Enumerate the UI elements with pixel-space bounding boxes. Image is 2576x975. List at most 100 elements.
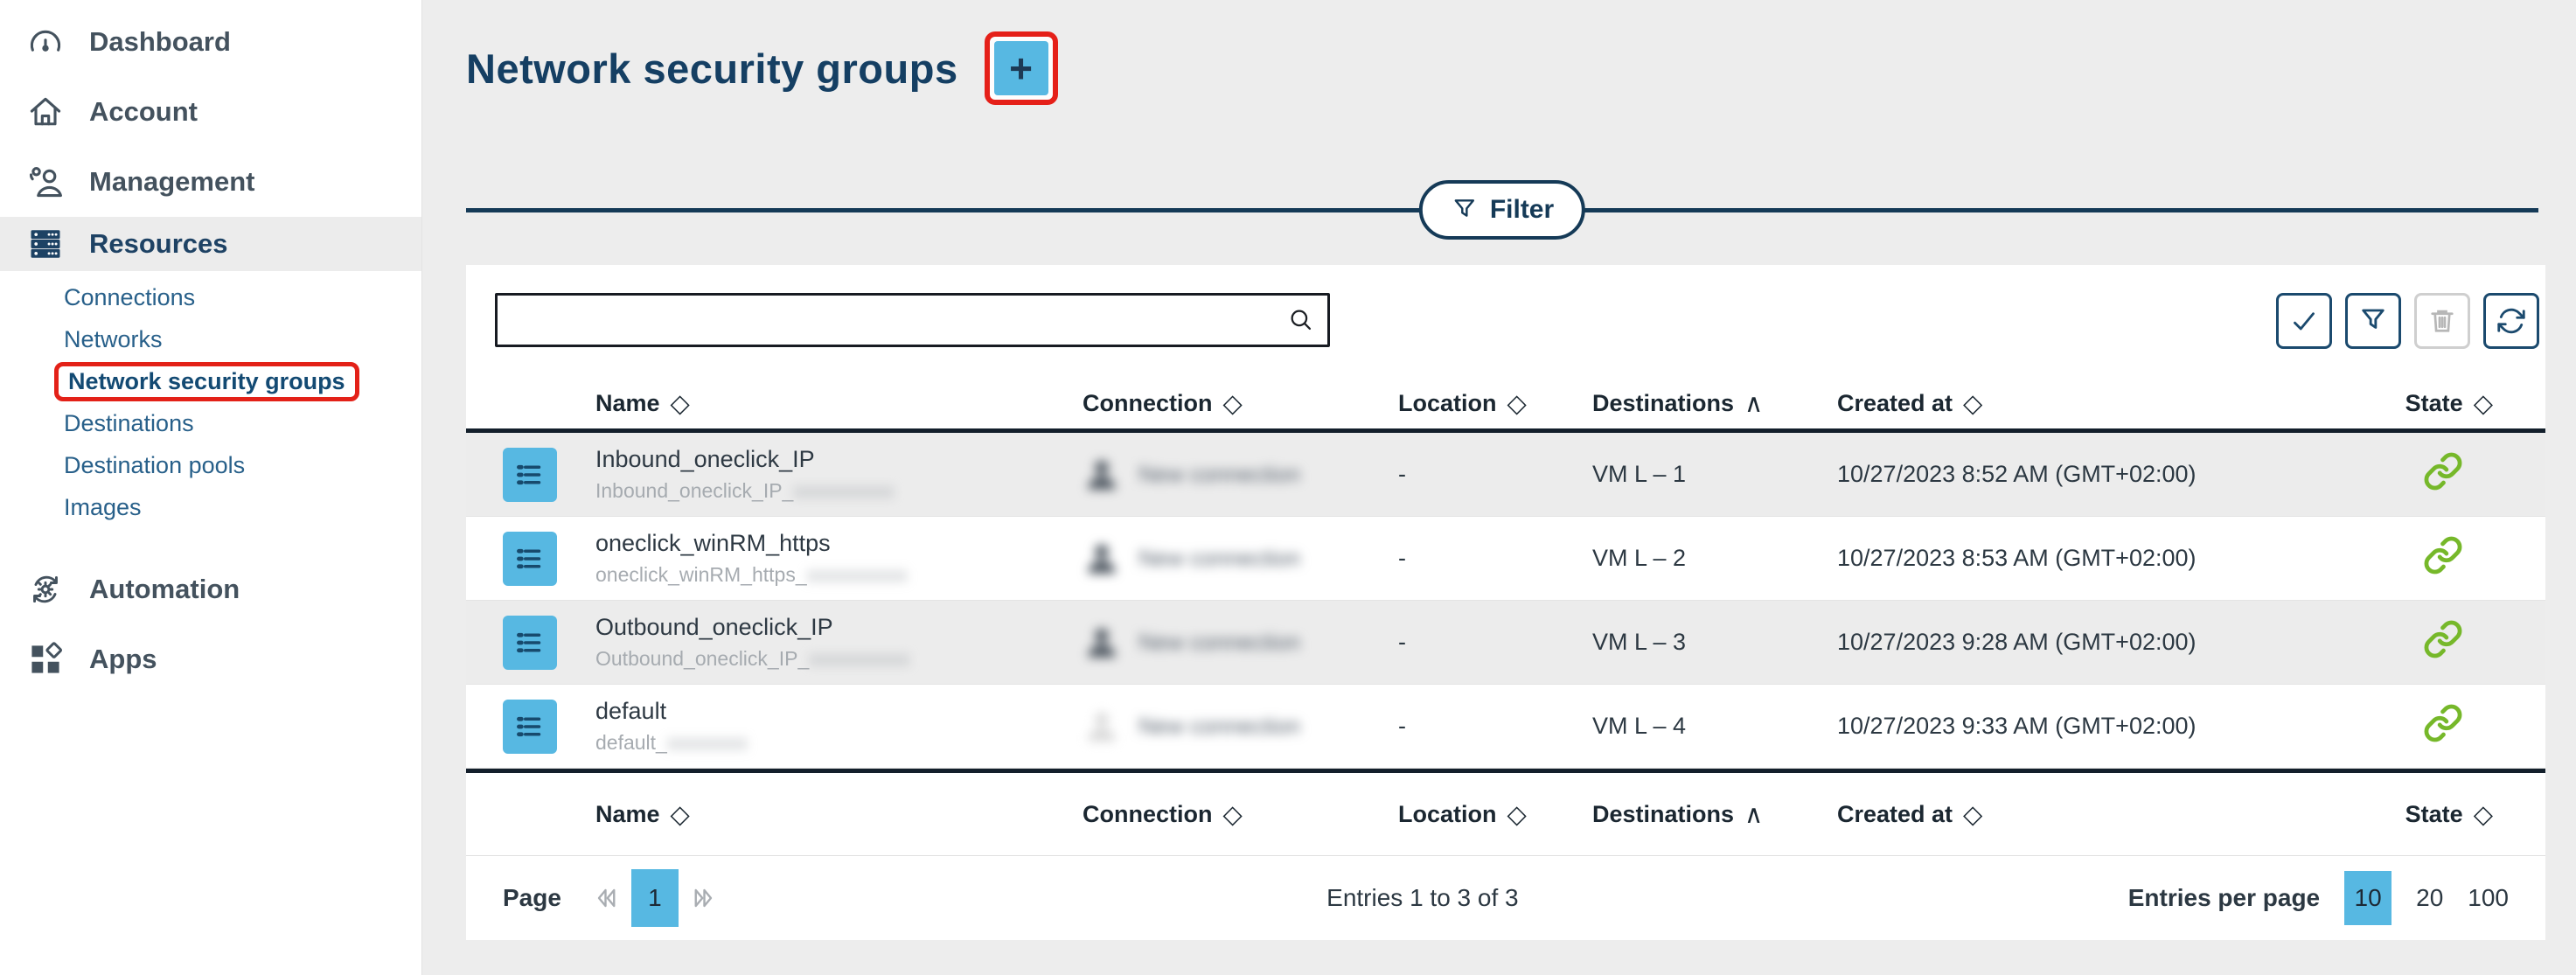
servers-icon bbox=[26, 225, 65, 263]
created-at-cell: 10/27/2023 8:53 AM (GMT+02:00) bbox=[1837, 545, 2412, 572]
column-header-name[interactable]: Name ◇ bbox=[466, 390, 1083, 417]
subnav-label: Destination pools bbox=[64, 452, 245, 479]
column-header-state[interactable]: State ◇ bbox=[2412, 801, 2545, 828]
redacted-text: xxxxxxxxxx bbox=[793, 479, 894, 503]
link-state-icon bbox=[2423, 703, 2463, 743]
table-row[interactable]: Inbound_oneclick_IP Inbound_oneclick_IP_… bbox=[466, 433, 2545, 517]
column-header-connection[interactable]: Connection ◇ bbox=[1083, 390, 1398, 417]
select-all-button[interactable] bbox=[2276, 293, 2332, 349]
connection-cell: New connection bbox=[1083, 619, 1398, 666]
search-icon bbox=[1286, 305, 1316, 335]
current-page-button[interactable]: 1 bbox=[631, 869, 679, 927]
column-label: Location bbox=[1398, 390, 1497, 417]
sort-icon: ◇ bbox=[2474, 802, 2493, 827]
avatar bbox=[1083, 451, 1121, 498]
resources-subnav: Connections Networks Network security gr… bbox=[0, 271, 421, 530]
refresh-icon bbox=[2496, 305, 2527, 337]
security-group-icon bbox=[503, 700, 557, 754]
table-row[interactable]: Outbound_oneclick_IP Outbound_oneclick_I… bbox=[466, 601, 2545, 685]
column-header-created-at[interactable]: Created at ◇ bbox=[1837, 801, 2412, 828]
column-header-created-at[interactable]: Created at ◇ bbox=[1837, 390, 2412, 417]
column-label: Location bbox=[1398, 801, 1497, 828]
connection-cell: New connection bbox=[1083, 703, 1398, 750]
pagination-bar: Page 1 Entries 1 to 3 of 3 Entries per p… bbox=[466, 856, 2545, 940]
location-cell: - bbox=[1398, 461, 1592, 488]
add-network-security-group-button[interactable]: + bbox=[994, 41, 1048, 95]
per-page-option-20[interactable]: 20 bbox=[2416, 884, 2443, 912]
table-row[interactable]: default default_xxxxxxxx New connection … bbox=[466, 685, 2545, 769]
sidebar-item-management[interactable]: Management bbox=[0, 147, 421, 217]
subnav-label: Network security groups bbox=[68, 368, 345, 394]
redacted-text: xxxxxxxxxx bbox=[809, 647, 909, 671]
sort-icon: ◇ bbox=[1507, 802, 1527, 827]
filter-label: Filter bbox=[1490, 195, 1554, 225]
refresh-button[interactable] bbox=[2483, 293, 2539, 349]
column-header-destinations[interactable]: Destinations ∧ bbox=[1592, 801, 1837, 828]
entries-per-page-group: Entries per page 10 20 100 bbox=[2128, 871, 2509, 925]
filter-table-button[interactable] bbox=[2345, 293, 2401, 349]
row-name: Outbound_oneclick_IP bbox=[595, 614, 833, 640]
destinations-cell: VM L – 2 bbox=[1592, 545, 1837, 572]
security-group-icon bbox=[503, 532, 557, 586]
column-header-location[interactable]: Location ◇ bbox=[1398, 390, 1592, 417]
sidebar-item-apps[interactable]: Apps bbox=[0, 624, 421, 694]
location-cell: - bbox=[1398, 713, 1592, 740]
created-at-cell: 10/27/2023 9:28 AM (GMT+02:00) bbox=[1837, 629, 2412, 656]
column-label: Destinations bbox=[1592, 801, 1734, 828]
column-header-state[interactable]: State ◇ bbox=[2412, 390, 2545, 417]
column-label: Created at bbox=[1837, 801, 1953, 828]
sidebar-item-network-security-groups[interactable]: Network security groups bbox=[0, 360, 421, 402]
subnav-label: Images bbox=[64, 494, 142, 521]
column-header-name[interactable]: Name ◇ bbox=[466, 801, 1083, 828]
sidebar-item-destination-pools[interactable]: Destination pools bbox=[0, 444, 421, 486]
sidebar-item-connections[interactable]: Connections bbox=[0, 276, 421, 318]
sidebar-item-label: Account bbox=[89, 96, 198, 128]
link-state-icon bbox=[2423, 535, 2463, 575]
trash-icon bbox=[2426, 305, 2458, 337]
state-cell bbox=[2412, 619, 2545, 665]
sidebar-item-networks[interactable]: Networks bbox=[0, 318, 421, 360]
column-header-destinations[interactable]: Destinations ∧ bbox=[1592, 390, 1837, 417]
search-input[interactable] bbox=[495, 293, 1330, 347]
column-label: Name bbox=[595, 801, 660, 828]
home-icon bbox=[26, 93, 65, 131]
destinations-cell: VM L – 3 bbox=[1592, 629, 1837, 656]
first-page-icon[interactable] bbox=[591, 882, 623, 914]
sort-icon: ◇ bbox=[671, 802, 690, 827]
screen: Dashboard Account Management bbox=[0, 0, 2576, 975]
avatar bbox=[1083, 703, 1121, 750]
column-header-location[interactable]: Location ◇ bbox=[1398, 801, 1592, 828]
filter-button[interactable]: Filter bbox=[1419, 180, 1585, 240]
sidebar-item-account[interactable]: Account bbox=[0, 77, 421, 147]
per-page-option-10[interactable]: 10 bbox=[2344, 871, 2392, 925]
sidebar-item-label: Apps bbox=[89, 644, 157, 675]
subnav-label: Networks bbox=[64, 326, 163, 353]
sort-icon: ◇ bbox=[2474, 391, 2493, 416]
table-footer-header: Name ◇ Connection ◇ Location ◇ Destinati… bbox=[466, 769, 2545, 856]
subnav-label: Connections bbox=[64, 284, 195, 311]
last-page-icon[interactable] bbox=[687, 882, 719, 914]
connection-name: New connection bbox=[1138, 713, 1300, 740]
sidebar-item-destinations[interactable]: Destinations bbox=[0, 402, 421, 444]
sidebar-item-dashboard[interactable]: Dashboard bbox=[0, 7, 421, 77]
funnel-icon bbox=[2357, 305, 2389, 337]
sidebar-item-images[interactable]: Images bbox=[0, 486, 421, 528]
created-at-cell: 10/27/2023 9:33 AM (GMT+02:00) bbox=[1837, 713, 2412, 740]
destinations-cell: VM L – 1 bbox=[1592, 461, 1837, 488]
sort-icon: ◇ bbox=[1223, 802, 1243, 827]
delete-button[interactable] bbox=[2414, 293, 2470, 349]
sidebar-item-label: Management bbox=[89, 166, 254, 198]
page-title: Network security groups bbox=[466, 45, 958, 93]
sidebar-item-resources[interactable]: Resources bbox=[0, 217, 421, 271]
toolbar bbox=[2276, 293, 2539, 349]
table-row[interactable]: oneclick_winRM_https oneclick_winRM_http… bbox=[466, 517, 2545, 601]
annotation-box: + bbox=[985, 31, 1058, 105]
avatar bbox=[1083, 619, 1121, 666]
row-subname: Outbound_oneclick_IP_xxxxxxxxxx bbox=[595, 647, 909, 671]
column-header-connection[interactable]: Connection ◇ bbox=[1083, 801, 1398, 828]
sort-icon: ◇ bbox=[1963, 391, 1982, 416]
per-page-option-100[interactable]: 100 bbox=[2468, 884, 2509, 912]
sidebar-item-automation[interactable]: Automation bbox=[0, 554, 421, 624]
link-state-icon bbox=[2423, 451, 2463, 491]
sort-icon: ◇ bbox=[1507, 391, 1527, 416]
